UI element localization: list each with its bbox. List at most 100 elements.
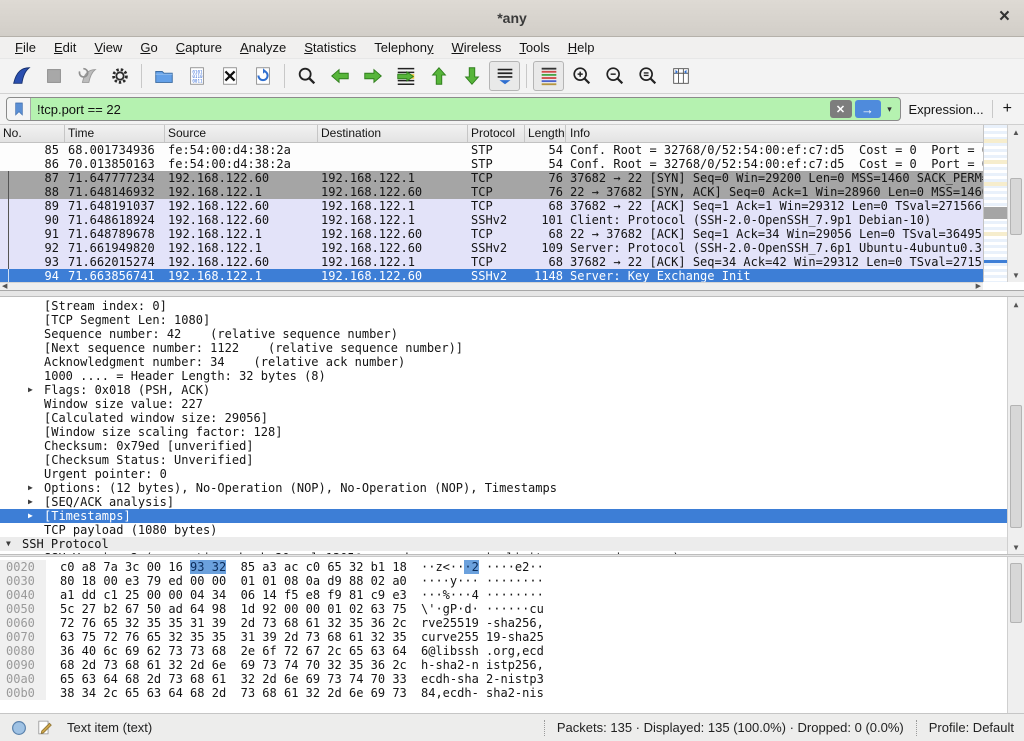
auto-scroll-button[interactable] [489, 61, 520, 91]
reload-file-button[interactable] [247, 61, 278, 91]
hex-row[interactable]: 00a0 65 63 64 68 2d 73 68 61 32 2d 6e 69… [0, 672, 1007, 686]
resize-columns-button[interactable] [665, 61, 696, 91]
packet-row[interactable]: 85 68.001734936 fe:54:00:d4:38:2a STP 54… [0, 143, 983, 157]
hex-bytes[interactable]: 65 63 64 68 2d 73 68 61 32 2d 6e 69 73 7… [60, 672, 405, 686]
menu-item[interactable]: Help [559, 38, 604, 57]
expand-triangle-icon[interactable]: ▶ [28, 481, 44, 495]
detail-line[interactable]: [Window size scaling factor: 128] [0, 425, 1007, 439]
intelligent-scrollbar-minimap[interactable] [983, 125, 1007, 282]
go-forward-button[interactable] [357, 61, 388, 91]
details-vertical-scrollbar[interactable]: ▲ ▼ [1007, 297, 1024, 554]
find-packet-button[interactable] [291, 61, 322, 91]
open-file-button[interactable] [148, 61, 179, 91]
expand-triangle-icon[interactable]: ▶ [28, 495, 44, 509]
capture-comment-icon[interactable] [36, 719, 53, 736]
column-header-time[interactable]: Time [65, 125, 165, 142]
hex-row[interactable]: 0060 72 76 65 32 35 35 31 39 2d 73 68 61… [0, 616, 1007, 630]
zoom-out-button[interactable] [599, 61, 630, 91]
filter-clear-button[interactable]: ✕ [830, 100, 852, 118]
hex-ascii[interactable]: \'·gP·d· ······cu [421, 602, 544, 616]
add-filter-button[interactable]: + [1001, 100, 1018, 118]
hex-row[interactable]: 0020 c0 a8 7a 3c 00 16 93 32 85 a3 ac c0… [0, 560, 1007, 574]
packet-row[interactable]: 87 71.647777234 192.168.122.60 192.168.1… [0, 171, 983, 185]
hex-bytes[interactable]: 5c 27 b2 67 50 ad 64 98 1d 92 00 00 01 0… [60, 602, 405, 616]
menu-item[interactable]: Statistics [295, 38, 365, 57]
hex-row[interactable]: 0080 36 40 6c 69 62 73 73 68 2e 6f 72 67… [0, 644, 1007, 658]
hex-ascii[interactable]: h-sha2-n istp256, [421, 658, 544, 672]
packet-row[interactable]: 94 71.663856741 192.168.122.1 192.168.12… [0, 269, 983, 282]
hex-row[interactable]: 0040 a1 dd c1 25 00 00 04 34 06 14 f5 e8… [0, 588, 1007, 602]
detail-line[interactable]: ▶ [SEQ/ACK analysis] [0, 495, 1007, 509]
hex-row[interactable]: 0070 63 75 72 76 65 32 35 35 31 39 2d 73… [0, 630, 1007, 644]
hex-ascii[interactable]: curve255 19-sha25 [421, 630, 544, 644]
detail-line[interactable]: [Next sequence number: 1122 (relative se… [0, 341, 1007, 355]
close-window-button[interactable]: × [995, 6, 1014, 28]
hex-row[interactable]: 0090 68 2d 73 68 61 32 2d 6e 69 73 74 70… [0, 658, 1007, 672]
scrollbar-thumb[interactable] [1010, 563, 1022, 622]
detail-line[interactable]: Checksum: 0x79ed [unverified] [0, 439, 1007, 453]
expand-triangle-icon[interactable]: ▼ [6, 537, 22, 551]
zoom-reset-button[interactable] [632, 61, 663, 91]
menu-item[interactable]: Telephony [365, 38, 442, 57]
hex-ascii[interactable]: rve25519 -sha256, [421, 616, 544, 630]
menu-item[interactable]: Analyze [231, 38, 295, 57]
expand-triangle-icon[interactable]: ▶ [28, 551, 44, 554]
colorize-packets-button[interactable] [533, 61, 564, 91]
detail-line[interactable]: Window size value: 227 [0, 397, 1007, 411]
hex-row[interactable]: 00b0 38 34 2c 65 63 64 68 2d 73 68 61 32… [0, 686, 1007, 700]
go-first-button[interactable] [423, 61, 454, 91]
filter-input[interactable]: !tcp.port == 22 [31, 102, 830, 117]
hex-bytes[interactable]: 72 76 65 32 35 35 31 39 2d 73 68 61 32 3… [60, 616, 405, 630]
hex-ascii[interactable]: ···%···4 ········ [421, 588, 544, 602]
menu-item[interactable]: Tools [510, 38, 558, 57]
expression-button[interactable]: Expression... [909, 102, 984, 117]
packet-row[interactable]: 86 70.013850163 fe:54:00:d4:38:2a STP 54… [0, 157, 983, 171]
save-file-button[interactable]: 010101100011 [181, 61, 212, 91]
hex-bytes[interactable]: 68 2d 73 68 61 32 2d 6e 69 73 74 70 32 3… [60, 658, 405, 672]
detail-line[interactable]: Sequence number: 42 (relative sequence n… [0, 327, 1007, 341]
scrollbar-thumb[interactable] [1010, 178, 1022, 235]
detail-line[interactable]: [TCP Segment Len: 1080] [0, 313, 1007, 327]
bytes-vertical-scrollbar[interactable] [1007, 557, 1024, 713]
packet-list-vertical-scrollbar[interactable]: ▲ ▼ [1007, 125, 1024, 282]
expand-triangle-icon[interactable]: ▶ [28, 383, 44, 397]
filter-bookmark-button[interactable] [7, 98, 31, 120]
packet-row[interactable]: 89 71.648191037 192.168.122.60 192.168.1… [0, 199, 983, 213]
packet-list-horizontal-scrollbar[interactable]: ◀ ▶ [0, 282, 983, 290]
expand-triangle-icon[interactable]: ▶ [28, 509, 44, 523]
zoom-in-button[interactable] [566, 61, 597, 91]
detail-line[interactable]: ▶ [Timestamps] [0, 509, 1007, 523]
hex-ascii[interactable]: ecdh-sha 2-nistp3 [421, 672, 544, 686]
packet-row[interactable]: 88 71.648146932 192.168.122.1 192.168.12… [0, 185, 983, 199]
menu-item[interactable]: Edit [45, 38, 85, 57]
packet-row[interactable]: 90 71.648618924 192.168.122.60 192.168.1… [0, 213, 983, 227]
hex-ascii[interactable]: 6@libssh .org,ecd [421, 644, 544, 658]
scroll-down-arrow-icon[interactable]: ▼ [1008, 540, 1024, 554]
expert-info-icon[interactable] [10, 719, 28, 737]
column-header-protocol[interactable]: Protocol [468, 125, 525, 142]
hex-ascii[interactable]: ··z<···2 ····e2·· [421, 560, 544, 574]
detail-line[interactable]: ▼ SSH Protocol [0, 537, 1007, 551]
column-header-no[interactable]: No. [0, 125, 65, 142]
detail-line[interactable]: 1000 .... = Header Length: 32 bytes (8) [0, 369, 1007, 383]
detail-line[interactable]: Acknowledgment number: 34 (relative ack … [0, 355, 1007, 369]
start-capture-button[interactable] [5, 61, 36, 91]
menu-item[interactable]: Wireless [443, 38, 511, 57]
hex-bytes[interactable]: 38 34 2c 65 63 64 68 2d 73 68 61 32 2d 6… [60, 686, 405, 700]
menu-item[interactable]: Capture [167, 38, 231, 57]
capture-options-button[interactable] [104, 61, 135, 91]
scroll-right-arrow-icon[interactable]: ▶ [976, 282, 981, 291]
close-file-button[interactable] [214, 61, 245, 91]
column-header-length[interactable]: Length [525, 125, 566, 142]
filter-apply-button[interactable]: → [855, 100, 881, 118]
hex-ascii[interactable]: ····y··· ········ [421, 574, 544, 588]
hex-row[interactable]: 0030 80 18 00 e3 79 ed 00 00 01 01 08 0a… [0, 574, 1007, 588]
hex-bytes[interactable]: 80 18 00 e3 79 ed 00 00 01 01 08 0a d9 8… [60, 574, 405, 588]
scroll-down-arrow-icon[interactable]: ▼ [1008, 268, 1024, 282]
packet-row[interactable]: 91 71.648789678 192.168.122.1 192.168.12… [0, 227, 983, 241]
scroll-left-arrow-icon[interactable]: ◀ [2, 282, 7, 291]
column-header-destination[interactable]: Destination [318, 125, 468, 142]
go-last-button[interactable] [456, 61, 487, 91]
display-filter-field[interactable]: !tcp.port == 22 ✕ → ▾ [6, 97, 901, 121]
detail-line[interactable]: ▶ Options: (12 bytes), No-Operation (NOP… [0, 481, 1007, 495]
